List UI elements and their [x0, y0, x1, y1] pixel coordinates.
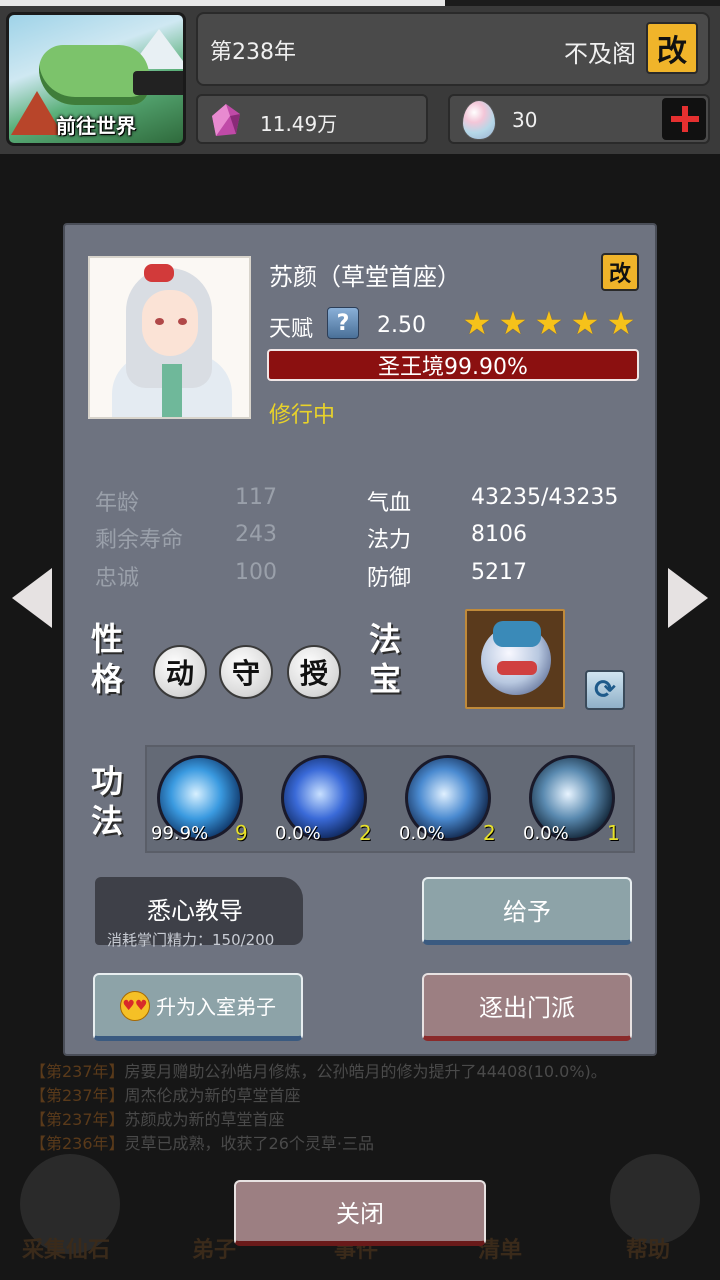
- defense-label: 防御: [367, 566, 412, 591]
- rename-sect-button[interactable]: 改: [646, 22, 698, 74]
- trait-badge-1[interactable]: 动: [153, 645, 207, 699]
- trait-badge-2[interactable]: 守: [219, 645, 273, 699]
- skills-label: 功 法: [90, 762, 123, 840]
- spirit-stone-counter: 11.49万: [196, 94, 428, 144]
- loyalty-value: 100: [235, 560, 277, 585]
- star-rating: ★ ★ ★ ★ ★: [461, 307, 637, 339]
- spirit-stone-value: 11.49万: [260, 112, 338, 136]
- talent-label: 天赋: [269, 317, 314, 342]
- hp-label: 气血: [367, 491, 412, 516]
- log-entry: 【第237年】苏颜成为新的草堂首座: [30, 1110, 285, 1129]
- skill-3-level: 2: [483, 821, 496, 845]
- event-log: 【第237年】房要月赠助公孙皓月修炼，公孙皓月的修为提升了44408(10.0%…: [30, 1060, 690, 1156]
- lifespan-value: 243: [235, 522, 277, 547]
- star-icon: ★: [606, 304, 636, 342]
- nav-gather: 采集仙石: [22, 1238, 111, 1263]
- skill-2-level: 2: [359, 821, 372, 845]
- skill-1-level: 9: [235, 821, 248, 845]
- realm-progress-bar: 圣王境99.90%: [267, 349, 639, 381]
- star-icon: ★: [498, 304, 528, 342]
- treasure-label: 法 宝: [368, 620, 401, 698]
- egg-counter: 30: [448, 94, 710, 144]
- rename-disciple-button[interactable]: 改: [601, 253, 639, 291]
- sect-name: 不及阁: [564, 40, 636, 68]
- age-label: 年龄: [95, 491, 140, 516]
- loyalty-label: 忠诚: [95, 566, 140, 591]
- skills-area: 99.9% 9 0.0% 2 0.0% 2 0.0% 1: [145, 745, 635, 853]
- give-button[interactable]: 给予: [422, 877, 632, 945]
- lifespan-label: 剩余寿命: [95, 528, 184, 553]
- talent-help-button[interactable]: ?: [327, 307, 359, 339]
- skill-2-progress: 0.0%: [275, 823, 321, 844]
- skill-4-level: 1: [607, 821, 620, 845]
- status-text: 修行中: [269, 403, 336, 428]
- disciple-name: 苏颜（草堂首座）: [269, 263, 461, 291]
- log-entry: 【第237年】房要月赠助公孙皓月修炼，公孙皓月的修为提升了44408(10.0%…: [30, 1062, 607, 1081]
- building-icon: [133, 71, 183, 95]
- promote-label: 升为入室弟子: [156, 995, 276, 1019]
- skill-4-progress: 0.0%: [523, 823, 569, 844]
- egg-value: 30: [512, 108, 538, 132]
- expel-button[interactable]: 逐出门派: [422, 973, 632, 1041]
- defense-value: 5217: [471, 560, 527, 585]
- hp-value: 43235/43235: [471, 485, 619, 510]
- disciple-portrait: [88, 256, 251, 419]
- next-disciple-arrow[interactable]: [668, 568, 708, 628]
- treasure-slot[interactable]: [465, 609, 565, 709]
- talent-value: 2.50: [377, 313, 426, 338]
- skill-3-progress: 0.0%: [399, 823, 445, 844]
- age-value: 117: [235, 485, 277, 510]
- spirit-egg-icon: [462, 100, 496, 140]
- log-entry: 【第237年】周杰伦成为新的草堂首座: [30, 1086, 301, 1105]
- star-icon: ★: [570, 304, 600, 342]
- star-icon: ★: [534, 304, 564, 342]
- go-to-world-label: 前往世界: [56, 114, 136, 138]
- promote-button[interactable]: ♥♥ 升为入室弟子: [93, 973, 303, 1041]
- personality-label: 性 格: [90, 620, 123, 698]
- go-to-world-button[interactable]: 前往世界: [6, 12, 186, 146]
- nav-help: 帮助: [626, 1238, 671, 1263]
- year-label: 第238年: [210, 40, 296, 65]
- spirit-stone-icon: [212, 104, 240, 136]
- teach-cost: 消耗掌门精力：150/200: [107, 931, 275, 949]
- close-button[interactable]: 关闭: [234, 1180, 486, 1246]
- skill-1-progress: 99.9%: [151, 823, 209, 844]
- trait-badge-3[interactable]: 授: [287, 645, 341, 699]
- teach-label: 悉心教导: [147, 897, 243, 925]
- nav-disciples: 弟子: [192, 1238, 237, 1263]
- swap-treasure-button[interactable]: ⟳: [585, 670, 625, 710]
- disciple-detail-panel: 苏颜（草堂首座） 改 天赋 ? 2.50 ★ ★ ★ ★ ★ 圣王境99.90% 修行中…: [63, 223, 657, 1056]
- star-icon: ★: [462, 304, 492, 342]
- mana-label: 法力: [367, 528, 412, 553]
- mana-value: 8106: [471, 522, 527, 547]
- year-sect-bar: 第238年 不及阁 改: [196, 12, 710, 86]
- prev-disciple-arrow[interactable]: [12, 568, 52, 628]
- add-eggs-button[interactable]: [662, 98, 706, 140]
- heart-eyes-icon: ♥♥: [120, 990, 150, 1021]
